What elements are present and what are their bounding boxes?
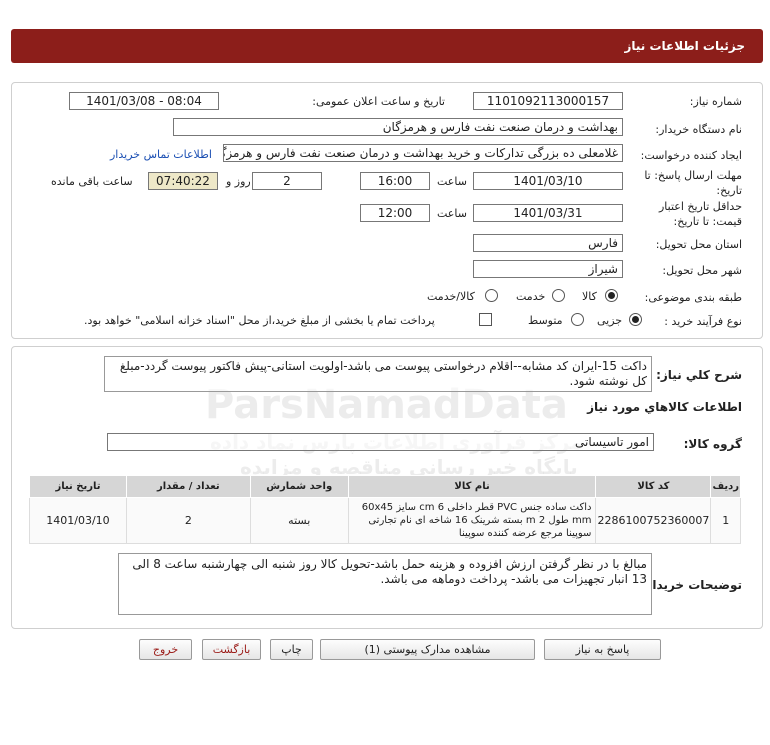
cell-qty: 2 bbox=[125, 497, 251, 544]
print-button[interactable]: چاپ bbox=[270, 639, 313, 660]
goods-table-header: ردیف کد کالا نام کالا واحد شمارش تعداد /… bbox=[29, 475, 741, 498]
cell-unit: بسته bbox=[249, 497, 349, 544]
category-service-radio[interactable] bbox=[552, 289, 565, 302]
remaining-label: ساعت باقی مانده bbox=[51, 175, 133, 188]
category-label: طبقه بندی موضوعی: bbox=[644, 291, 742, 304]
process-medium-radio[interactable] bbox=[571, 313, 584, 326]
category-goods-label: کالا bbox=[582, 290, 597, 303]
day-and-label: روز و bbox=[226, 175, 251, 188]
col-qty: تعداد / مقدار bbox=[125, 475, 251, 498]
cell-row: 1 bbox=[710, 497, 741, 544]
goods-table: ردیف کد کالا نام کالا واحد شمارش تعداد /… bbox=[29, 475, 741, 544]
col-unit: واحد شمارش bbox=[249, 475, 349, 498]
process-partial-radio[interactable] bbox=[629, 313, 642, 326]
city-field: شیراز bbox=[473, 260, 623, 278]
validity-date-field: 1401/03/31 bbox=[473, 204, 623, 222]
reply-button[interactable]: پاسخ به نیاز bbox=[544, 639, 661, 660]
category-service-label: خدمت bbox=[516, 290, 546, 303]
exit-button[interactable]: خروج bbox=[139, 639, 192, 660]
treasury-payment-note: پرداخت تمام یا بخشی از مبلغ خرید،از محل … bbox=[84, 314, 435, 327]
remaining-time-field: 07:40:22 bbox=[148, 172, 218, 190]
category-goods-service-radio[interactable] bbox=[485, 289, 498, 302]
buyer-org-label: نام دستگاه خریدار: bbox=[655, 123, 742, 136]
validity-hour-label: ساعت bbox=[437, 207, 467, 220]
goods-group-label: گروه کالا: bbox=[683, 437, 742, 451]
days-field: 2 bbox=[252, 172, 322, 190]
announce-datetime-label: تاریخ و ساعت اعلان عمومی: bbox=[312, 95, 445, 108]
buyer-notes-label: توضیحات خریدار: bbox=[640, 578, 742, 592]
city-label: شهر محل تحویل: bbox=[662, 264, 742, 277]
validity-time-field: 12:00 bbox=[360, 204, 430, 222]
cell-name: داکت ساده جنس PVC قطر داخلی 6 cm سایز 60… bbox=[347, 497, 597, 544]
col-name: نام کالا bbox=[347, 475, 597, 498]
category-goods-radio[interactable] bbox=[605, 289, 618, 302]
col-row: ردیف bbox=[710, 475, 741, 498]
col-date: تاریخ نیاز bbox=[29, 475, 127, 498]
process-type-label: نوع فرآیند خرید : bbox=[664, 315, 742, 328]
goods-group-field: امور تاسیساتی bbox=[107, 433, 654, 451]
province-label: استان محل تحویل: bbox=[655, 238, 742, 251]
reply-time-field: 16:00 bbox=[360, 172, 430, 190]
reply-date-field: 1401/03/10 bbox=[473, 172, 623, 190]
province-field: فارس bbox=[473, 234, 623, 252]
cell-date: 1401/03/10 bbox=[29, 497, 127, 544]
buyer-notes-field: مبالغ با در نظر گرفتن ارزش افزوده و هزین… bbox=[118, 553, 652, 615]
general-desc-label: شرح کلي نياز: bbox=[656, 368, 742, 382]
process-partial-label: جزیی bbox=[597, 314, 623, 327]
announce-datetime-field: 1401/03/08 - 08:04 bbox=[69, 92, 219, 110]
buyer-org-field: بهداشت و درمان صنعت نفت فارس و هرمزگان bbox=[173, 118, 623, 136]
reply-hour-label: ساعت bbox=[437, 175, 467, 188]
back-button[interactable]: بازگشت bbox=[202, 639, 261, 660]
col-code: کد کالا bbox=[595, 475, 712, 498]
treasury-payment-checkbox[interactable] bbox=[479, 313, 492, 326]
page-title: جزئیات اطلاعات نیاز bbox=[624, 39, 745, 53]
need-number-field: 1101092113000157 bbox=[473, 92, 623, 110]
goods-info-heading: اطلاعات کالاهاي مورد نياز bbox=[587, 400, 742, 414]
cell-code: 2286100752360007 bbox=[595, 497, 712, 544]
category-goods-service-label: کالا/خدمت bbox=[427, 290, 475, 303]
table-row: 1 2286100752360007 داکت ساده جنس PVC قطر… bbox=[29, 497, 741, 544]
requester-field: غلامعلی ده بزرگی تداركات و خرید بهداشت و… bbox=[223, 144, 623, 162]
requester-label: ایجاد کننده درخواست: bbox=[640, 149, 742, 162]
reply-deadline-label: مهلت ارسال پاسخ: تا تاریخ: bbox=[644, 169, 742, 197]
buyer-contact-link[interactable]: اطلاعات تماس خریدار bbox=[110, 148, 212, 161]
general-desc-field: داکت 15-ایران کد مشابه--اقلام درخواستی پ… bbox=[104, 356, 652, 392]
view-documents-button[interactable]: مشاهده مدارک پیوستی (1) bbox=[320, 639, 535, 660]
min-validity-label: حداقل تاریخ اعتبار قیمت: تا تاریخ: bbox=[658, 200, 742, 228]
page-title-bar: جزئیات اطلاعات نیاز bbox=[11, 29, 763, 63]
need-number-label: شماره نیاز: bbox=[689, 95, 742, 108]
process-medium-label: متوسط bbox=[528, 314, 563, 327]
